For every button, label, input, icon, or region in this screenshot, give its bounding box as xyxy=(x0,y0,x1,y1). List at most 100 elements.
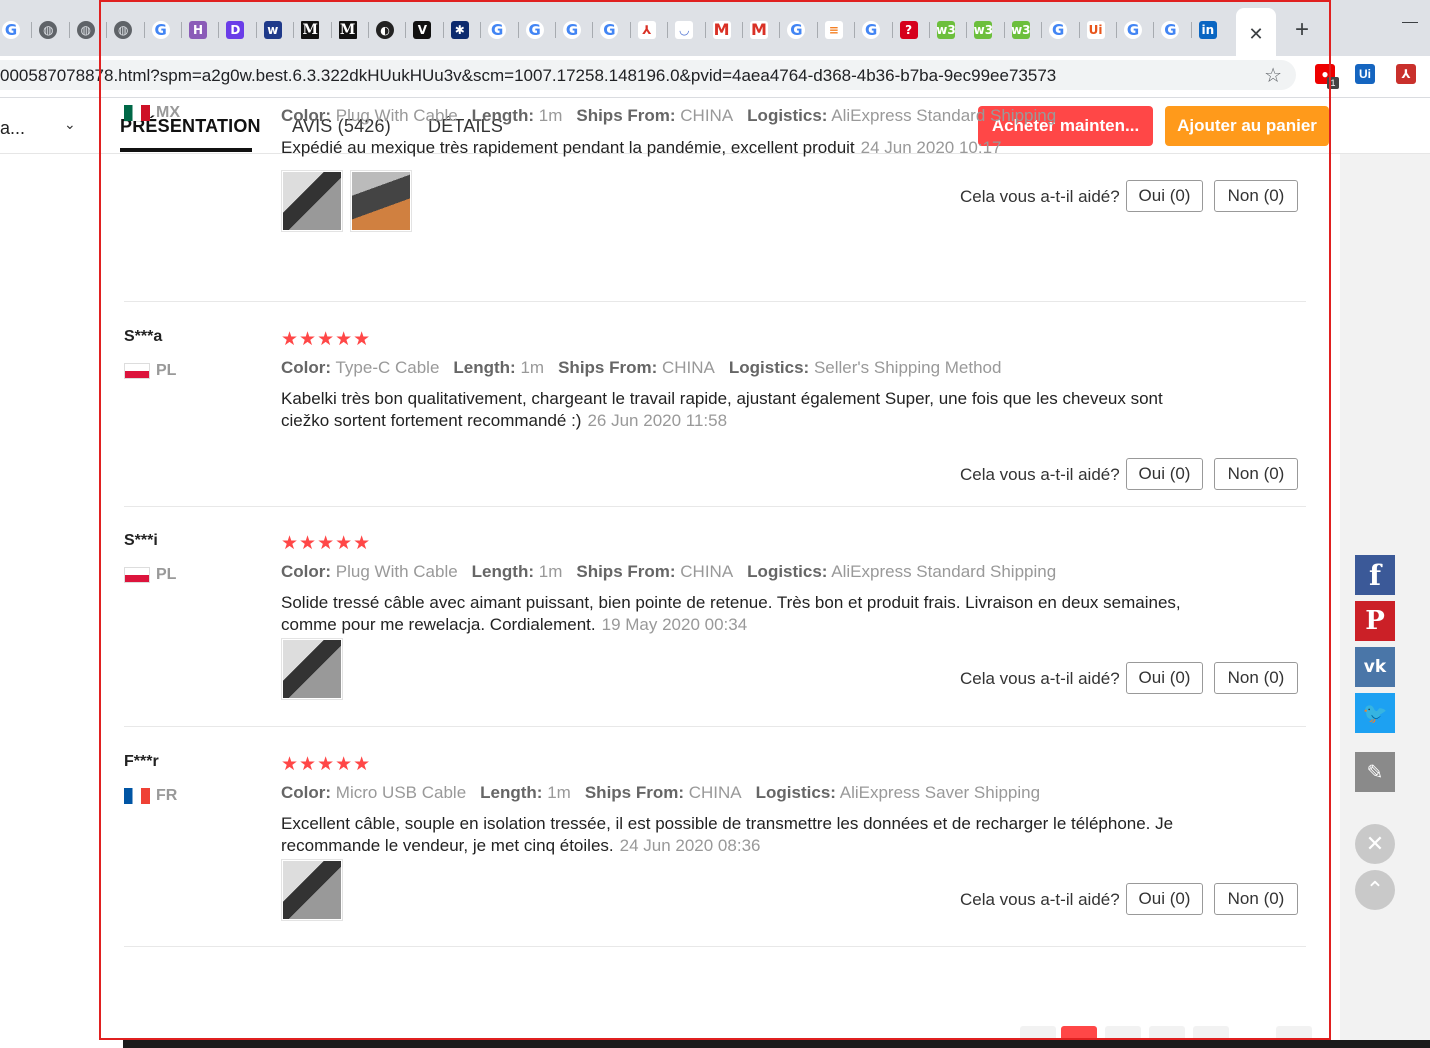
active-tab[interactable]: ✕ xyxy=(1236,8,1276,60)
bookmark-star-icon[interactable]: ☆ xyxy=(1264,63,1282,88)
browser-tab[interactable]: ⅄ xyxy=(629,14,664,46)
ui-extension-icon[interactable]: Ui xyxy=(1355,64,1375,84)
browser-tab[interactable]: Ui xyxy=(1078,14,1113,46)
url-text[interactable]: 000587078878.html?spm=a2g0w.best.6.3.322… xyxy=(0,66,1056,86)
github-icon: ◐ xyxy=(376,21,394,39)
pdf-extension-icon[interactable]: ⅄ xyxy=(1396,64,1416,84)
browser-tab[interactable]: G xyxy=(517,14,552,46)
browser-tab[interactable]: G xyxy=(854,14,888,46)
back-to-top-icon[interactable]: ⌃ xyxy=(1355,870,1395,910)
google-icon: G xyxy=(151,21,170,39)
globe-icon: ◍ xyxy=(39,21,58,39)
browser-tab[interactable]: G xyxy=(1153,14,1187,46)
browser-tab[interactable]: G xyxy=(0,14,28,46)
facebook-share-icon[interactable]: f xyxy=(1355,555,1395,595)
google-icon: G xyxy=(525,21,544,39)
helpful-question: Cela vous a-t-il aidé? xyxy=(960,890,1120,909)
attr-label-logistics: Logistics: xyxy=(747,106,828,125)
country-flag-icon xyxy=(124,363,150,379)
browser-tab[interactable]: w3 xyxy=(1003,14,1038,46)
browser-tab[interactable]: w3 xyxy=(966,14,1000,46)
review-divider xyxy=(124,506,1306,507)
google-icon: G xyxy=(787,21,806,39)
attr-logistics: AliExpress Standard Shipping xyxy=(831,562,1057,581)
browser-tab[interactable]: G xyxy=(592,14,626,46)
browser-tab[interactable]: M xyxy=(330,14,365,46)
review-photo-thumbnail[interactable] xyxy=(281,170,343,232)
browser-tab[interactable]: ? xyxy=(891,14,926,46)
medium-icon: M xyxy=(338,21,357,39)
browser-tab[interactable]: ◍ xyxy=(106,14,140,46)
linkedin-icon: in xyxy=(1198,21,1217,39)
google-icon: G xyxy=(862,21,881,39)
close-tab-icon[interactable]: ✕ xyxy=(1248,24,1263,45)
helpful-question: Cela vous a-t-il aidé? xyxy=(960,465,1120,484)
attr-label-length: Length: xyxy=(453,358,516,377)
browser-tab[interactable]: G xyxy=(1116,14,1150,46)
attr-label-color: Color: xyxy=(281,358,332,377)
browser-tab[interactable]: ◐ xyxy=(368,14,402,46)
helpful-yes-button[interactable]: Oui (0) xyxy=(1126,180,1203,212)
vk-share-icon[interactable]: vk xyxy=(1355,647,1395,687)
review-photo-thumbnail[interactable] xyxy=(281,859,343,921)
browser-tab[interactable]: M xyxy=(293,14,327,46)
attr-label-ships-from: Ships From: xyxy=(576,562,676,581)
helpful-question: Cela vous a-t-il aidé? xyxy=(960,187,1120,206)
browser-tab[interactable]: ◍ xyxy=(68,14,103,46)
helpful-yes-button[interactable]: Oui (0) xyxy=(1126,662,1203,694)
twitter-share-icon[interactable]: 🐦 xyxy=(1355,693,1395,733)
google-icon: G xyxy=(600,21,619,39)
helpful-no-button[interactable]: Non (0) xyxy=(1214,883,1298,915)
review-text: Solide tressé câble avec aimant puissant… xyxy=(281,592,1191,636)
browser-tab[interactable]: G xyxy=(143,14,178,46)
browser-tab[interactable]: G xyxy=(480,14,514,46)
chevron-down-icon[interactable]: ⌄ xyxy=(64,116,76,133)
helpful-yes-button[interactable]: Oui (0) xyxy=(1126,458,1203,490)
browser-tab[interactable]: D xyxy=(218,14,252,46)
review-photo-thumbnail[interactable] xyxy=(350,170,412,232)
helpful-no-button[interactable]: Non (0) xyxy=(1214,662,1298,694)
attr-label-ships-from: Ships From: xyxy=(584,783,685,802)
browser-tab[interactable]: G xyxy=(779,14,813,46)
browser-tab[interactable]: H xyxy=(181,14,215,46)
helpful-no-button[interactable]: Non (0) xyxy=(1214,458,1298,490)
review-author: S***i xyxy=(124,532,158,549)
review-body: Expédié au mexique très rapidement penda… xyxy=(281,138,855,157)
attr-label-length: Length: xyxy=(480,783,543,802)
attr-label-color: Color: xyxy=(281,106,332,125)
review-date: 24 Jun 2020 08:36 xyxy=(619,836,761,855)
review-divider xyxy=(124,946,1306,947)
browser-tab[interactable]: ✱ xyxy=(442,14,477,46)
review-photo-image xyxy=(283,172,341,230)
browser-tab[interactable]: ◡ xyxy=(667,14,701,46)
country-flag-icon xyxy=(124,788,150,804)
omnibox[interactable]: 000587078878.html?spm=a2g0w.best.6.3.322… xyxy=(0,60,1296,90)
browser-tab[interactable]: G xyxy=(1041,14,1075,46)
browser-tab[interactable]: M xyxy=(704,14,739,46)
browser-tab[interactable]: ≡ xyxy=(816,14,851,46)
w3-icon: w3 xyxy=(973,21,994,39)
country-code: PL xyxy=(156,566,177,583)
new-tab-button[interactable]: + xyxy=(1288,14,1316,46)
review-item: F***r FR ★★★★★ Color: Micro USB Cable Length… xyxy=(124,743,1306,943)
browser-tab[interactable]: V xyxy=(405,14,439,46)
edit-icon[interactable]: ✎ xyxy=(1355,752,1395,792)
attr-ships-from: CHINA xyxy=(680,106,734,125)
pinterest-share-icon[interactable]: P xyxy=(1355,601,1395,641)
browser-tab[interactable]: w3 xyxy=(929,14,963,46)
browser-tab[interactable]: M xyxy=(742,14,776,46)
attr-logistics: AliExpress Saver Shipping xyxy=(839,783,1041,802)
minimize-window-icon[interactable] xyxy=(1402,22,1418,23)
globe-icon: ◍ xyxy=(114,21,133,39)
helpful-no-button[interactable]: Non (0) xyxy=(1214,180,1298,212)
review-photo-thumbnail[interactable] xyxy=(281,638,343,700)
browser-tab[interactable]: G xyxy=(555,14,589,46)
close-icon[interactable]: ✕ xyxy=(1355,824,1395,864)
helpful-yes-button[interactable]: Oui (0) xyxy=(1126,883,1203,915)
review-sku-attributes: Color: Plug With Cable Length: 1m Ships Fr… xyxy=(281,562,1056,582)
browser-tab[interactable]: w xyxy=(255,14,290,46)
browser-tab[interactable]: ◍ xyxy=(31,14,65,46)
browser-tab[interactable]: in xyxy=(1190,14,1225,46)
store-name[interactable]: a... xyxy=(0,118,25,139)
review-author: S***a xyxy=(124,328,163,345)
